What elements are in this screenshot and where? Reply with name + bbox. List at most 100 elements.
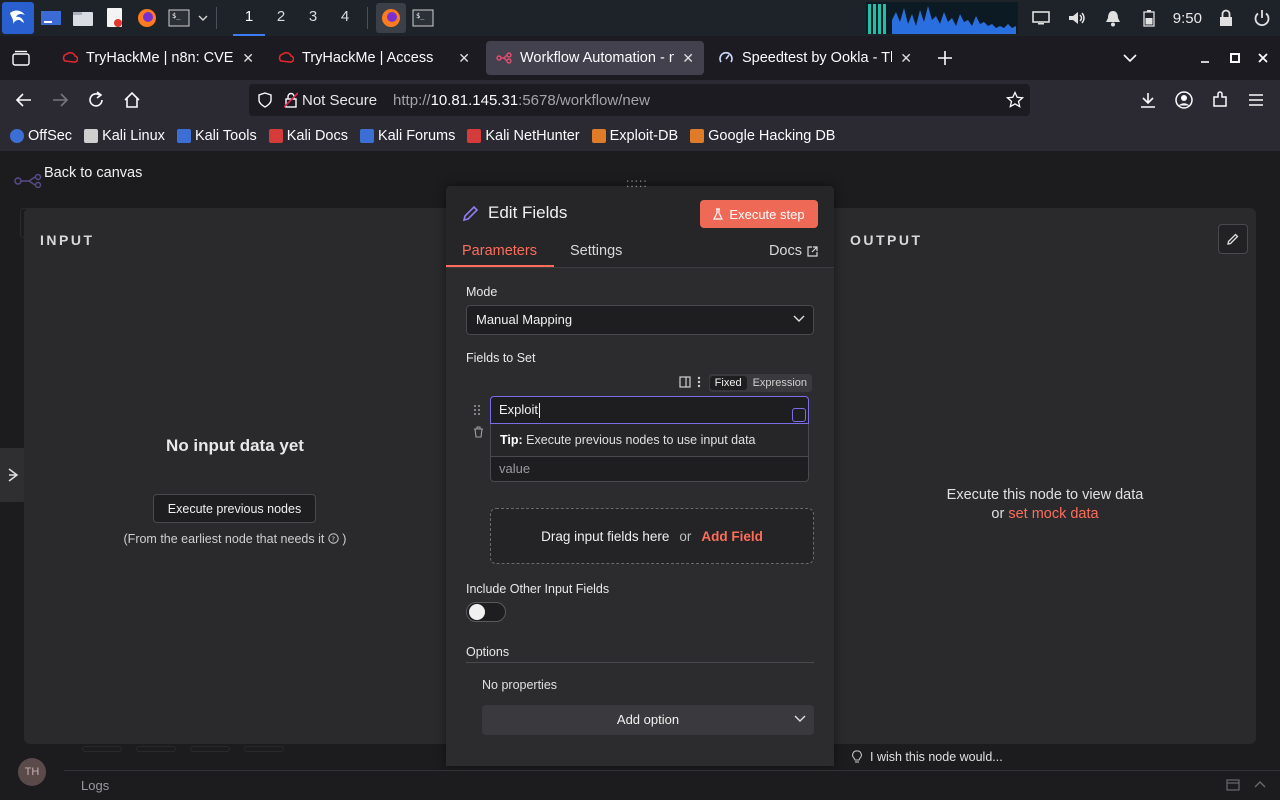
expression-option[interactable]: Expression	[748, 377, 812, 389]
chevron-up-icon[interactable]	[1254, 780, 1266, 788]
text-editor-icon[interactable]	[100, 3, 130, 33]
add-option-button[interactable]: Add option	[482, 705, 814, 735]
insecure-lock-icon[interactable]	[284, 92, 298, 108]
notifications-icon[interactable]	[1095, 0, 1131, 36]
bookmark-exploit-db[interactable]: Exploit-DB	[591, 128, 678, 144]
execute-step-button[interactable]: Execute step	[700, 200, 818, 228]
tip-label: Tip:	[500, 433, 523, 447]
file-manager-icon[interactable]	[68, 3, 98, 33]
n8n-page: Back to canvas INPUT No input data yet E…	[0, 152, 1280, 800]
forward-icon[interactable]	[42, 82, 78, 118]
tab-speedtest[interactable]: Speedtest by Ookla - The ✕	[708, 41, 922, 75]
tab-tryhackme-n8n[interactable]: TryHackMe | n8n: CVE-20 ✕	[52, 41, 264, 75]
reload-icon[interactable]	[78, 82, 114, 118]
close-icon[interactable]: ✕	[682, 50, 694, 67]
back-icon[interactable]	[6, 82, 42, 118]
firefox-window-icon[interactable]	[376, 3, 406, 33]
fixed-expression-toggle[interactable]: Fixed Expression	[708, 374, 812, 392]
extensions-icon[interactable]	[1202, 82, 1238, 118]
bookmark-google-hacking-db[interactable]: Google Hacking DB	[690, 128, 835, 144]
volume-icon[interactable]	[1059, 0, 1095, 36]
node-title[interactable]: Edit Fields	[488, 203, 567, 223]
menu-icon[interactable]	[1238, 82, 1274, 118]
bookmark-kali-nethunter[interactable]: Kali NetHunter	[467, 127, 580, 144]
home-icon[interactable]	[114, 82, 150, 118]
workspace-4[interactable]: 4	[329, 0, 361, 36]
help-circle-icon[interactable]: ?	[328, 533, 339, 544]
tracking-shield-icon[interactable]	[258, 92, 272, 108]
downloads-icon[interactable]	[1130, 82, 1166, 118]
close-window-icon[interactable]	[1246, 41, 1280, 75]
close-icon[interactable]: ✕	[242, 50, 254, 67]
mode-select[interactable]: Manual Mapping	[466, 305, 814, 335]
firefox-icon[interactable]	[132, 3, 162, 33]
feedback-link[interactable]: I wish this node would...	[852, 750, 1003, 764]
bookmark-label: Kali Tools	[194, 127, 257, 144]
execute-previous-nodes-button[interactable]: Execute previous nodes	[153, 494, 316, 523]
list-tabs-icon[interactable]	[1113, 41, 1147, 75]
field-value-input[interactable]: value	[490, 456, 809, 482]
bookmark-kali-docs[interactable]: Kali Docs	[268, 128, 348, 144]
new-tab-icon[interactable]	[928, 41, 962, 75]
tab-settings[interactable]: Settings	[570, 243, 622, 259]
chevron-down-icon	[794, 715, 806, 723]
terminal-icon[interactable]: $_	[164, 3, 194, 33]
workspace-3[interactable]: 3	[297, 0, 329, 36]
minimize-icon[interactable]	[1188, 41, 1222, 75]
security-label[interactable]: Not Secure	[302, 92, 377, 109]
workspace-switcher[interactable]: 1 2 3 4	[233, 0, 361, 36]
bookmark-offsec[interactable]: OffSec	[10, 128, 72, 144]
power-icon[interactable]	[1244, 0, 1280, 36]
drag-handle-icon[interactable]: :::::	[626, 176, 648, 190]
tab-overview-icon[interactable]	[4, 41, 38, 75]
node-tabs: Parameters Settings Docs	[446, 238, 834, 268]
include-other-fields-toggle[interactable]	[466, 602, 506, 622]
kali-menu-icon[interactable]	[2, 2, 34, 34]
more-options-icon[interactable]	[697, 376, 701, 388]
set-mock-data-link[interactable]: set mock data	[1008, 506, 1098, 522]
tab-workflow-automation[interactable]: Workflow Automation - n ✕	[486, 41, 704, 75]
url-bar[interactable]: Not Secure http://10.81.145.31:5678/work…	[249, 84, 1030, 116]
tryhackme-icon	[278, 51, 294, 63]
logs-bar[interactable]: Logs	[64, 770, 1280, 800]
close-icon[interactable]: ✕	[458, 50, 470, 67]
side-collapse-icon[interactable]	[0, 448, 26, 502]
trash-icon[interactable]	[473, 426, 484, 438]
workspace-2[interactable]: 2	[265, 0, 297, 36]
node-settings-panel: ::::: Edit Fields Execute step Parameter…	[446, 176, 834, 766]
clock[interactable]: 9:50	[1167, 10, 1208, 27]
bookmark-star-icon[interactable]	[1006, 91, 1024, 109]
bookmark-kali-tools[interactable]: Kali Tools	[176, 127, 257, 144]
panel-toggle-icon[interactable]	[679, 376, 691, 388]
drag-row-icon[interactable]	[473, 404, 481, 416]
close-icon[interactable]: ✕	[900, 50, 912, 67]
chevron-down-icon[interactable]	[196, 3, 210, 33]
back-to-canvas-link[interactable]: Back to canvas	[44, 165, 142, 181]
type-selector-icon[interactable]	[792, 408, 806, 422]
feedback-label: I wish this node would...	[870, 750, 1003, 764]
bookmark-label: Kali NetHunter	[485, 127, 580, 144]
fixed-option[interactable]: Fixed	[709, 376, 747, 390]
field-name-input[interactable]: Exploit	[490, 396, 809, 424]
url-text[interactable]: http://10.81.145.31:5678/workflow/new	[393, 92, 650, 109]
workspace-1[interactable]: 1	[233, 0, 265, 36]
display-icon[interactable]	[1023, 0, 1059, 36]
lock-screen-icon[interactable]	[1208, 0, 1244, 36]
battery-icon[interactable]	[1131, 0, 1167, 36]
svg-text:?: ?	[331, 535, 335, 543]
output-message-or: or	[991, 506, 1005, 522]
execute-step-label: Execute step	[729, 206, 805, 222]
account-icon[interactable]	[1166, 82, 1202, 118]
docs-link[interactable]: Docs	[769, 243, 818, 259]
bookmark-kali-forums[interactable]: Kali Forums	[359, 128, 455, 144]
add-field-link[interactable]: Add Field	[701, 529, 763, 544]
avatar[interactable]: TH	[18, 758, 46, 786]
open-logs-icon[interactable]	[1226, 779, 1240, 791]
tab-parameters[interactable]: Parameters	[462, 243, 537, 259]
terminal-window-icon[interactable]: $_	[408, 3, 438, 33]
drag-input-dropzone[interactable]: Drag input fields here or Add Field	[490, 508, 814, 564]
edit-output-button[interactable]	[1218, 224, 1248, 254]
tab-tryhackme-access[interactable]: TryHackMe | Access ✕	[268, 41, 480, 75]
show-desktop-icon[interactable]	[36, 3, 66, 33]
bookmark-kali-linux[interactable]: Kali Linux	[84, 128, 165, 144]
